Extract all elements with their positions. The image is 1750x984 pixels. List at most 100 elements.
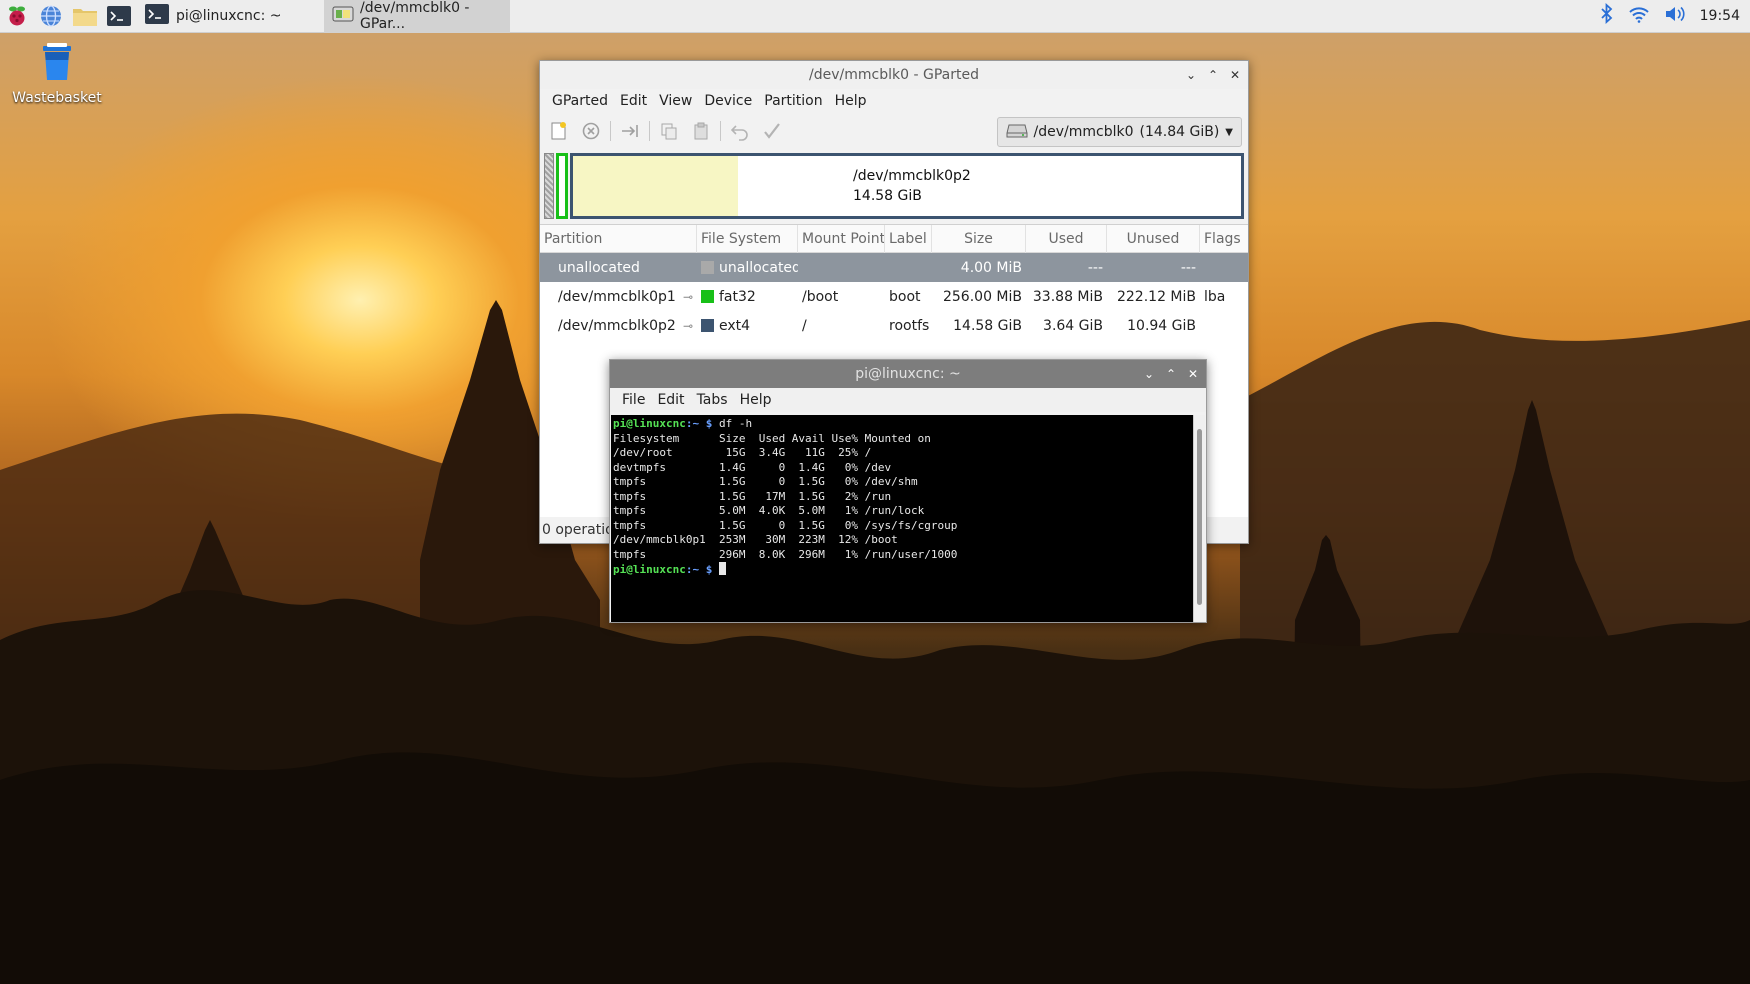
terminal-menubar: File Edit Tabs Help [610,388,1206,412]
maximize-icon[interactable]: ⌃ [1206,68,1220,82]
menu-file[interactable]: File [616,392,651,408]
desktop-icon-wastebasket[interactable]: Wastebasket [10,40,104,106]
toolbar-separator [610,121,611,141]
filesystem-color-swatch [701,261,714,274]
terminal-output[interactable]: pi@linuxcnc:~ $ df -h Filesystem Size Use… [611,415,1195,622]
terminal-icon [144,3,170,29]
volume-icon[interactable] [1664,5,1686,27]
column-header-partition[interactable]: Partition [540,224,697,253]
system-tray: 19:54 [1600,2,1750,29]
paste-icon[interactable] [688,118,714,144]
menu-edit[interactable]: Edit [614,93,653,109]
partition-name: /dev/mmcblk0p2 [558,317,676,334]
menu-edit[interactable]: Edit [651,392,690,408]
prompt-path: :~ $ [685,563,713,576]
partition-size: 14.58 GiB [953,317,1022,334]
resize-move-icon[interactable] [617,118,643,144]
partition-block-p1[interactable] [556,153,568,219]
partition-name: /dev/mmcblk0p1 [558,288,676,305]
terminal-lines: Filesystem Size Used Avail Use% Mounted … [613,432,1193,563]
terminal-window: pi@linuxcnc: ~ ⌄ ⌃ ✕ File Edit Tabs Help… [609,359,1207,623]
column-header-mountpoint[interactable]: Mount Point [798,224,885,253]
device-selector[interactable]: /dev/mmcblk0 (14.84 GiB) ▼ [996,117,1242,147]
prompt-user: pi@linuxcnc [613,563,686,576]
column-header-used[interactable]: Used [1026,224,1107,253]
partition-size: 256.00 MiB [942,288,1022,305]
gparted-menubar: GParted Edit View Device Partition Help [540,89,1248,113]
partition-used-space [573,156,738,216]
file-manager-icon[interactable] [68,0,102,33]
copy-icon[interactable] [656,118,682,144]
clock[interactable]: 19:54 [1700,8,1740,24]
window-title: /dev/mmcblk0 - GParted [809,67,979,83]
close-icon[interactable]: ✕ [1186,367,1200,381]
partition-label: rootfs [889,317,930,334]
table-row[interactable]: unallocated unallocated 4.00 MiB --- --- [540,253,1248,282]
minimize-icon[interactable]: ⌄ [1184,68,1198,82]
menu-tabs[interactable]: Tabs [691,392,734,408]
partition-size: 4.00 MiB [960,259,1022,276]
taskbar-task-terminal[interactable]: pi@linuxcnc: ~ [136,0,324,33]
taskbar-task-label: pi@linuxcnc: ~ [176,8,282,24]
terminal-cursor [718,562,726,575]
gparted-titlebar[interactable]: /dev/mmcblk0 - GParted ⌄ ⌃ ✕ [540,61,1248,89]
desktop-icon-label: Wastebasket [12,90,102,106]
menu-help[interactable]: Help [829,93,873,109]
partition-used: --- [1087,259,1103,276]
partition-name: unallocated [558,259,640,276]
column-header-size[interactable]: Size [932,224,1026,253]
maximize-icon[interactable]: ⌃ [1164,367,1178,381]
menu-view[interactable]: View [653,93,698,109]
terminal-line: tmpfs 296M 8.0K 296M 1% /run/user/1000 [613,547,958,561]
terminal-titlebar[interactable]: pi@linuxcnc: ~ ⌄ ⌃ ✕ [610,360,1206,388]
partition-block-name: /dev/mmcblk0p2 [853,168,971,184]
partition-flags: lba [1204,288,1226,305]
apply-icon[interactable] [759,118,785,144]
toolbar-separator [720,121,721,141]
menu-device[interactable]: Device [698,93,758,109]
scrollbar-thumb[interactable] [1197,429,1202,605]
close-icon[interactable]: ✕ [1228,68,1242,82]
terminal-line: tmpfs 1.5G 0 1.5G 0% /sys/fs/cgroup [613,518,958,532]
undo-icon[interactable] [727,118,753,144]
prompt-path: :~ $ [685,417,713,430]
partition-unused: 10.94 GiB [1127,317,1196,334]
delete-partition-icon[interactable] [578,118,604,144]
column-header-label[interactable]: Label [885,224,932,253]
harddisk-icon [1006,122,1028,142]
wifi-icon[interactable] [1628,5,1650,27]
column-header-unused[interactable]: Unused [1107,224,1200,253]
terminal-scrollbar[interactable] [1193,415,1205,622]
table-row[interactable]: /dev/mmcblk0p1 ⊸ fat32/boot boot 256.00 MiB 3… [540,282,1248,311]
minimize-icon[interactable]: ⌄ [1142,367,1156,381]
gparted-toolbar: /dev/mmcblk0 (14.84 GiB) ▼ [540,113,1248,149]
column-header-filesystem[interactable]: File System [697,224,798,253]
partition-block-size: 14.58 GiB [853,188,922,204]
filesystem: fat32 [719,288,756,305]
mount-point: /boot [802,288,839,305]
partition-rows: unallocated unallocated 4.00 MiB --- --- /dev… [540,253,1248,340]
filesystem-color-swatch [701,319,714,332]
terminal-line: devtmpfs 1.4G 0 1.4G 0% /dev [613,460,892,474]
table-row[interactable]: /dev/mmcblk0p2 ⊸ ext4 / rootfs 14.58 GiB 3.64 … [540,311,1248,340]
partition-block-p2[interactable]: /dev/mmcblk0p2 14.58 GiB [570,153,1244,219]
menu-gparted[interactable]: GParted [546,93,614,109]
terminal-line: /dev/root 15G 3.4G 11G 25% / [613,446,872,459]
terminal-line: tmpfs 1.5G 0 1.5G 0% /dev/shm [613,475,918,488]
gparted-icon [332,4,354,28]
taskbar-task-gparted[interactable]: /dev/mmcblk0 - GPar... [324,0,510,33]
terminal-line: tmpfs 5.0M 4.0K 5.0M 1% /run/lock [613,504,925,517]
raspberry-menu-icon[interactable] [0,0,34,33]
new-partition-icon[interactable] [546,118,572,144]
column-header-flags[interactable]: Flags [1200,225,1248,253]
partition-block-unallocated[interactable] [544,153,554,219]
partition-unused: --- [1180,259,1196,276]
terminal-command-line: pi@linuxcnc:~ $ df -h [613,417,1193,432]
menu-partition[interactable]: Partition [758,93,828,109]
dropdown-arrow-icon: ▼ [1225,126,1233,138]
bluetooth-icon[interactable] [1600,2,1614,29]
menu-help[interactable]: Help [734,392,778,408]
terminal-launcher-icon[interactable] [102,0,136,33]
browser-icon[interactable] [34,0,68,33]
partition-used: 3.64 GiB [1043,317,1103,334]
